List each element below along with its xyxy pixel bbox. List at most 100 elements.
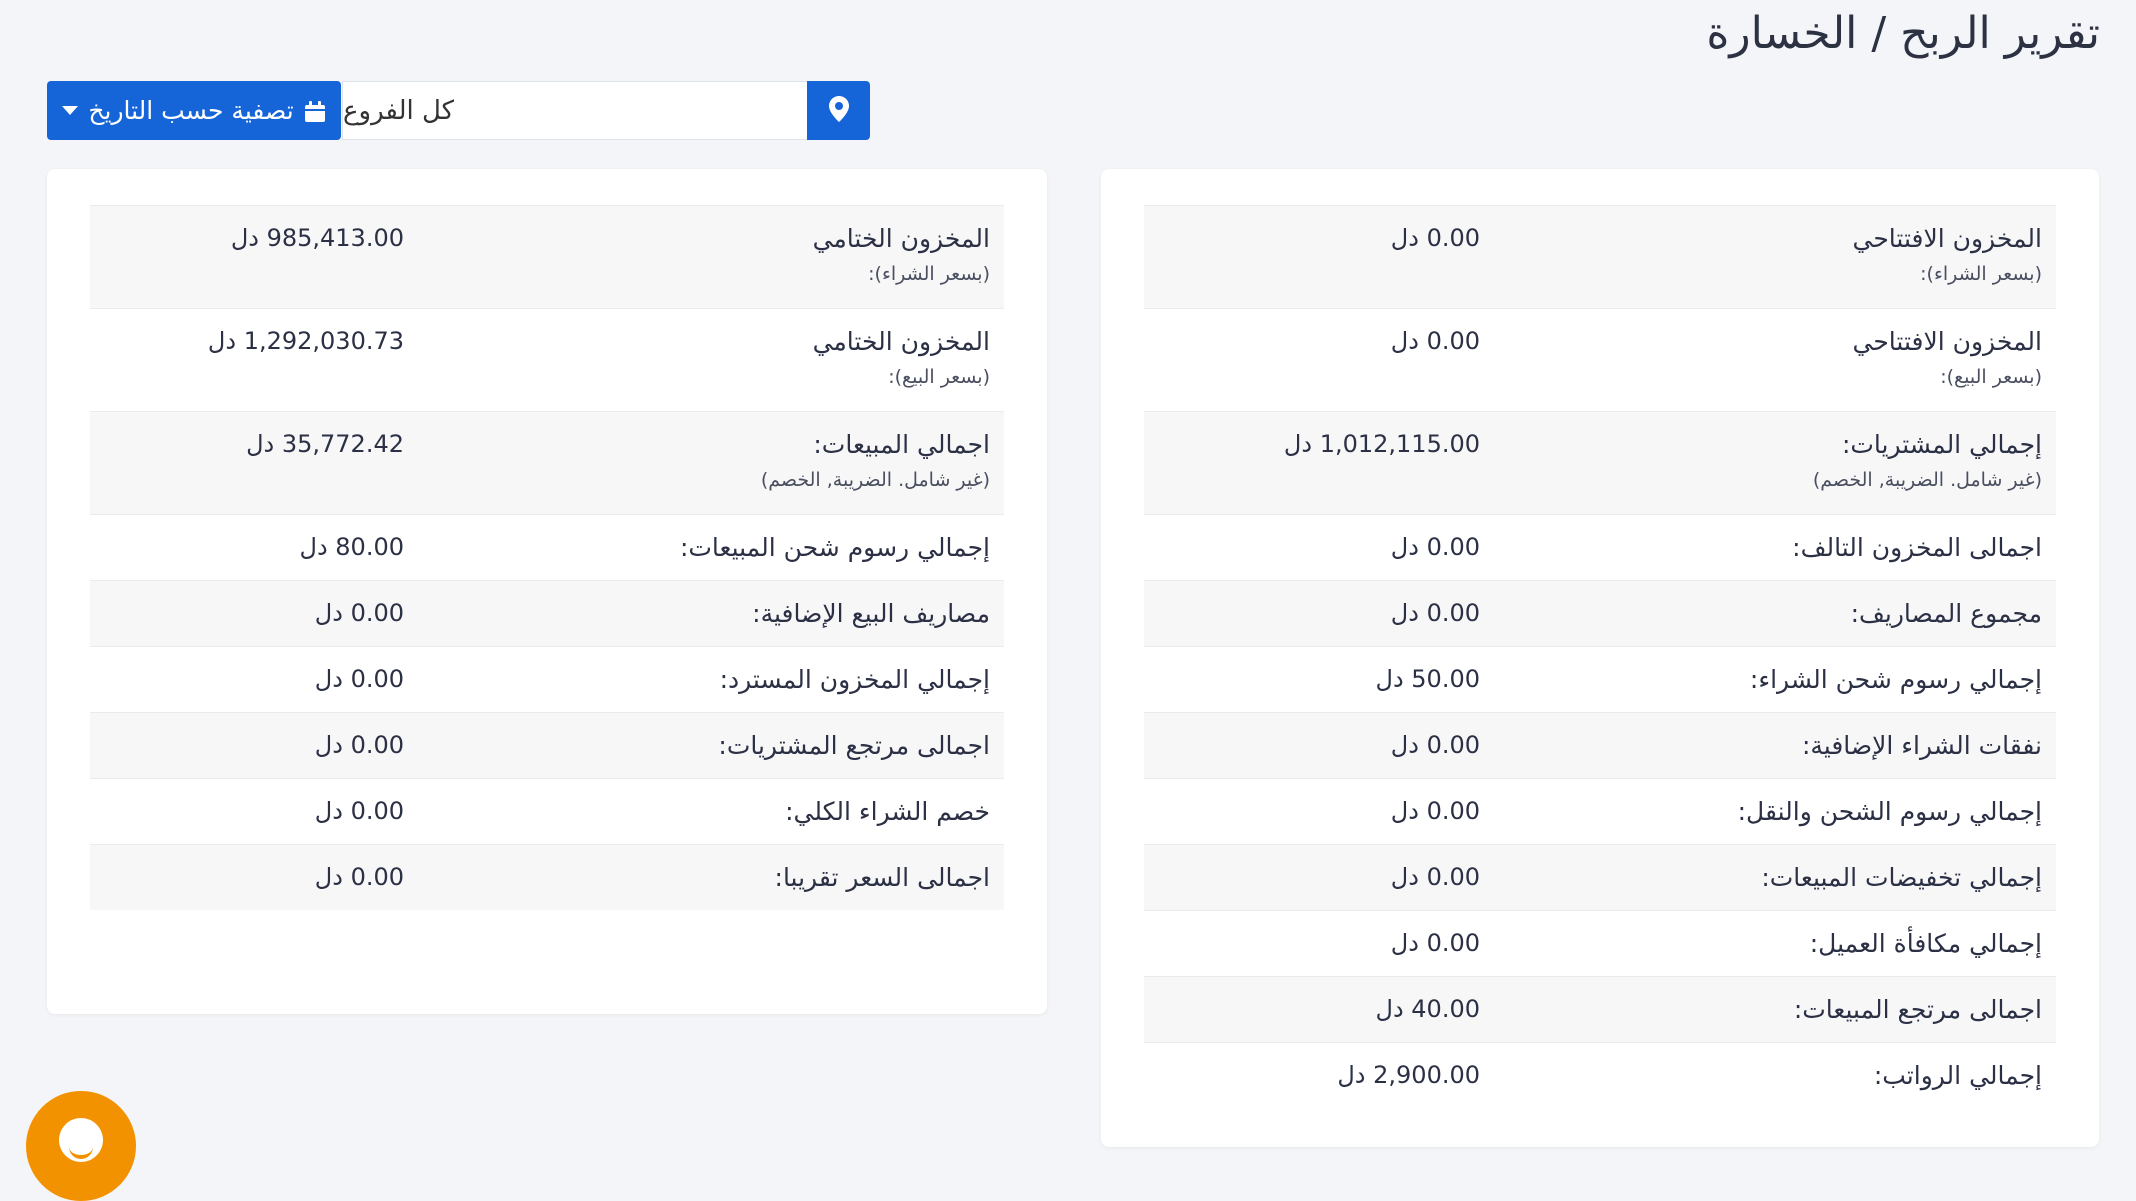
row-value: 40.00 دل — [1375, 995, 1480, 1023]
row-value: 1,292,030.73 دل — [207, 327, 404, 355]
row-label: المخزون الافتتاحي (بسعر البيع): — [1853, 327, 2042, 388]
row-value: 0.00 دل — [314, 797, 404, 825]
row-label-text: نفقات الشراء الإضافية: — [1801, 731, 2042, 760]
row-label: إجمالي رسوم الشحن والنقل: — [1738, 797, 2042, 826]
report-row: 80.00 دل إجمالي رسوم شحن المبيعات: — [90, 514, 1004, 580]
row-label: اجمالى مرتجع المبيعات: — [1794, 995, 2042, 1024]
row-label-note: (بسعر الشراء): — [868, 263, 990, 285]
opening-stock-card: 0.00 دل المخزون الافتتاحي (بسعر الشراء): 0.… — [1101, 169, 2099, 1147]
row-label: المخزون الافتتاحي (بسعر الشراء): — [1853, 224, 2042, 285]
row-value: 50.00 دل — [1375, 665, 1480, 693]
row-value: 35,772.42 دل — [246, 430, 404, 458]
row-label-note: (بسعر الشراء): — [1920, 263, 2042, 285]
report-row: 0.00 دل اجمالى مرتجع المشتريات: — [90, 712, 1004, 778]
caret-down-icon — [62, 106, 79, 115]
report-row: 0.00 دل إجمالي تخفيضات المبيعات: — [1144, 844, 2056, 910]
row-label: إجمالي تخفيضات المبيعات: — [1761, 863, 2042, 892]
row-label-text: اجمالى مرتجع المشتريات: — [718, 731, 990, 760]
date-filter-button[interactable]: تصفية حسب التاريخ — [47, 81, 341, 140]
map-marker-icon — [828, 95, 849, 126]
row-label-text: إجمالي مكافأة العميل: — [1809, 929, 2042, 958]
branch-select[interactable]: كل الفروع — [342, 81, 807, 140]
report-row: 50.00 دل إجمالي رسوم شحن الشراء: — [1144, 646, 2056, 712]
row-label-text: إجمالي رسوم شحن المبيعات: — [679, 533, 990, 562]
report-row: 0.00 دل خصم الشراء الكلي: — [90, 778, 1004, 844]
row-label: اجمالى السعر تقريبا: — [775, 863, 990, 892]
report-row: 0.00 دل نفقات الشراء الإضافية: — [1144, 712, 2056, 778]
row-label: إجمالي المخزون المسترد: — [720, 665, 990, 694]
branch-select-value: كل الفروع — [343, 95, 455, 126]
row-label-text: إجمالي تخفيضات المبيعات: — [1761, 863, 2042, 892]
row-value: 0.00 دل — [1390, 731, 1480, 759]
row-label-note: (غير شامل. الضريبة, الخصم) — [1812, 469, 2042, 491]
row-label-text: إجمالي المخزون المسترد: — [719, 665, 990, 694]
row-value: 0.00 دل — [1390, 327, 1480, 355]
row-value: 0.00 دل — [1390, 797, 1480, 825]
row-label: إجمالي الرواتب: — [1874, 1061, 2042, 1090]
row-label-text: المخزون الافتتاحي — [1852, 224, 2042, 253]
report-row: 0.00 دل المخزون الافتتاحي (بسعر الشراء): — [1144, 205, 2056, 308]
row-label-text: مجموع المصاريف: — [1850, 599, 2042, 628]
row-value: 0.00 دل — [1390, 929, 1480, 957]
row-label: إجمالي رسوم شحن الشراء: — [1750, 665, 2042, 694]
chat-icon[interactable] — [26, 1091, 136, 1201]
date-filter-label: تصفية حسب التاريخ — [88, 96, 294, 125]
row-label: إجمالي مكافأة العميل: — [1810, 929, 2042, 958]
report-row: 1,292,030.73 دل المخزون الختامي (بسعر البي… — [90, 308, 1004, 411]
row-label: خصم الشراء الكلي: — [785, 797, 990, 826]
row-value: 0.00 دل — [1390, 224, 1480, 252]
report-row: 35,772.42 دل اجمالي المبيعات: (غير شامل. ا… — [90, 411, 1004, 514]
report-row: 985,413.00 دل المخزون الختامي (بسعر الشراء… — [90, 205, 1004, 308]
row-label-note: (غير شامل. الضريبة, الخصم) — [760, 469, 990, 491]
report-row: 0.00 دل المخزون الافتتاحي (بسعر البيع): — [1144, 308, 2056, 411]
row-label: المخزون الختامي (بسعر الشراء): — [813, 224, 990, 285]
row-label-text: المخزون الختامي — [812, 224, 990, 253]
row-label: مجموع المصاريف: — [1851, 599, 2042, 628]
row-label: إجمالي المشتريات: (غير شامل. الضريبة, الخ… — [1813, 430, 2042, 491]
row-label: مصاريف البيع الإضافية: — [752, 599, 990, 628]
row-label-text: المخزون الافتتاحي — [1852, 327, 2042, 356]
row-label-text: إجمالي الرواتب: — [1873, 1061, 2042, 1090]
row-label-text: خصم الشراء الكلي: — [785, 797, 990, 826]
closing-stock-card: 985,413.00 دل المخزون الختامي (بسعر الشراء… — [47, 169, 1047, 1014]
row-label-text: اجمالى مرتجع المبيعات: — [1793, 995, 2042, 1024]
row-label-text: إجمالي المشتريات: — [1841, 430, 2042, 459]
row-value: 0.00 دل — [1390, 533, 1480, 561]
opening-stock-rows: 0.00 دل المخزون الافتتاحي (بسعر الشراء): 0.… — [1144, 205, 2056, 1108]
row-value: 0.00 دل — [314, 731, 404, 759]
row-value: 1,012,115.00 دل — [1283, 430, 1480, 458]
report-row: 0.00 دل إجمالي مكافأة العميل: — [1144, 910, 2056, 976]
row-label: المخزون الختامي (بسعر البيع): — [813, 327, 990, 388]
row-label-text: إجمالي رسوم الشحن والنقل: — [1737, 797, 2042, 826]
row-label-text: المخزون الختامي — [812, 327, 990, 356]
row-value: 80.00 دل — [299, 533, 404, 561]
report-row: 0.00 دل مصاريف البيع الإضافية: — [90, 580, 1004, 646]
report-row: 0.00 دل اجمالى السعر تقريبا: — [90, 844, 1004, 910]
row-label: اجمالى مرتجع المشتريات: — [718, 731, 990, 760]
row-label: نفقات الشراء الإضافية: — [1802, 731, 2042, 760]
row-value: 0.00 دل — [314, 665, 404, 693]
row-value: 0.00 دل — [1390, 863, 1480, 891]
report-row: 0.00 دل إجمالي المخزون المسترد: — [90, 646, 1004, 712]
row-label-note: (بسعر البيع): — [1940, 366, 2042, 388]
row-label: اجمالي المبيعات: (غير شامل. الضريبة, الخص… — [761, 430, 990, 491]
location-button[interactable] — [807, 81, 870, 140]
row-label-text: إجمالي رسوم شحن الشراء: — [1749, 665, 2042, 694]
row-value: 2,900.00 دل — [1337, 1061, 1480, 1089]
row-label-text: اجمالي المبيعات: — [813, 430, 990, 459]
report-row: 1,012,115.00 دل إجمالي المشتريات: (غير شام… — [1144, 411, 2056, 514]
row-label-note: (بسعر البيع): — [888, 366, 990, 388]
report-row: 40.00 دل اجمالى مرتجع المبيعات: — [1144, 976, 2056, 1042]
report-row: 0.00 دل اجمالى المخزون التالف: — [1144, 514, 2056, 580]
report-row: 0.00 دل إجمالي رسوم الشحن والنقل: — [1144, 778, 2056, 844]
page-title: تقرير الربح / الخسارة — [1706, 8, 2100, 59]
row-label-text: اجمالى المخزون التالف: — [1792, 533, 2042, 562]
report-row: 0.00 دل مجموع المصاريف: — [1144, 580, 2056, 646]
calendar-icon — [304, 100, 326, 122]
row-value: 0.00 دل — [314, 599, 404, 627]
closing-stock-rows: 985,413.00 دل المخزون الختامي (بسعر الشراء… — [90, 205, 1004, 910]
row-value: 0.00 دل — [314, 863, 404, 891]
row-label-text: مصاريف البيع الإضافية: — [752, 599, 990, 628]
row-value: 0.00 دل — [1390, 599, 1480, 627]
row-label: إجمالي رسوم شحن المبيعات: — [680, 533, 990, 562]
